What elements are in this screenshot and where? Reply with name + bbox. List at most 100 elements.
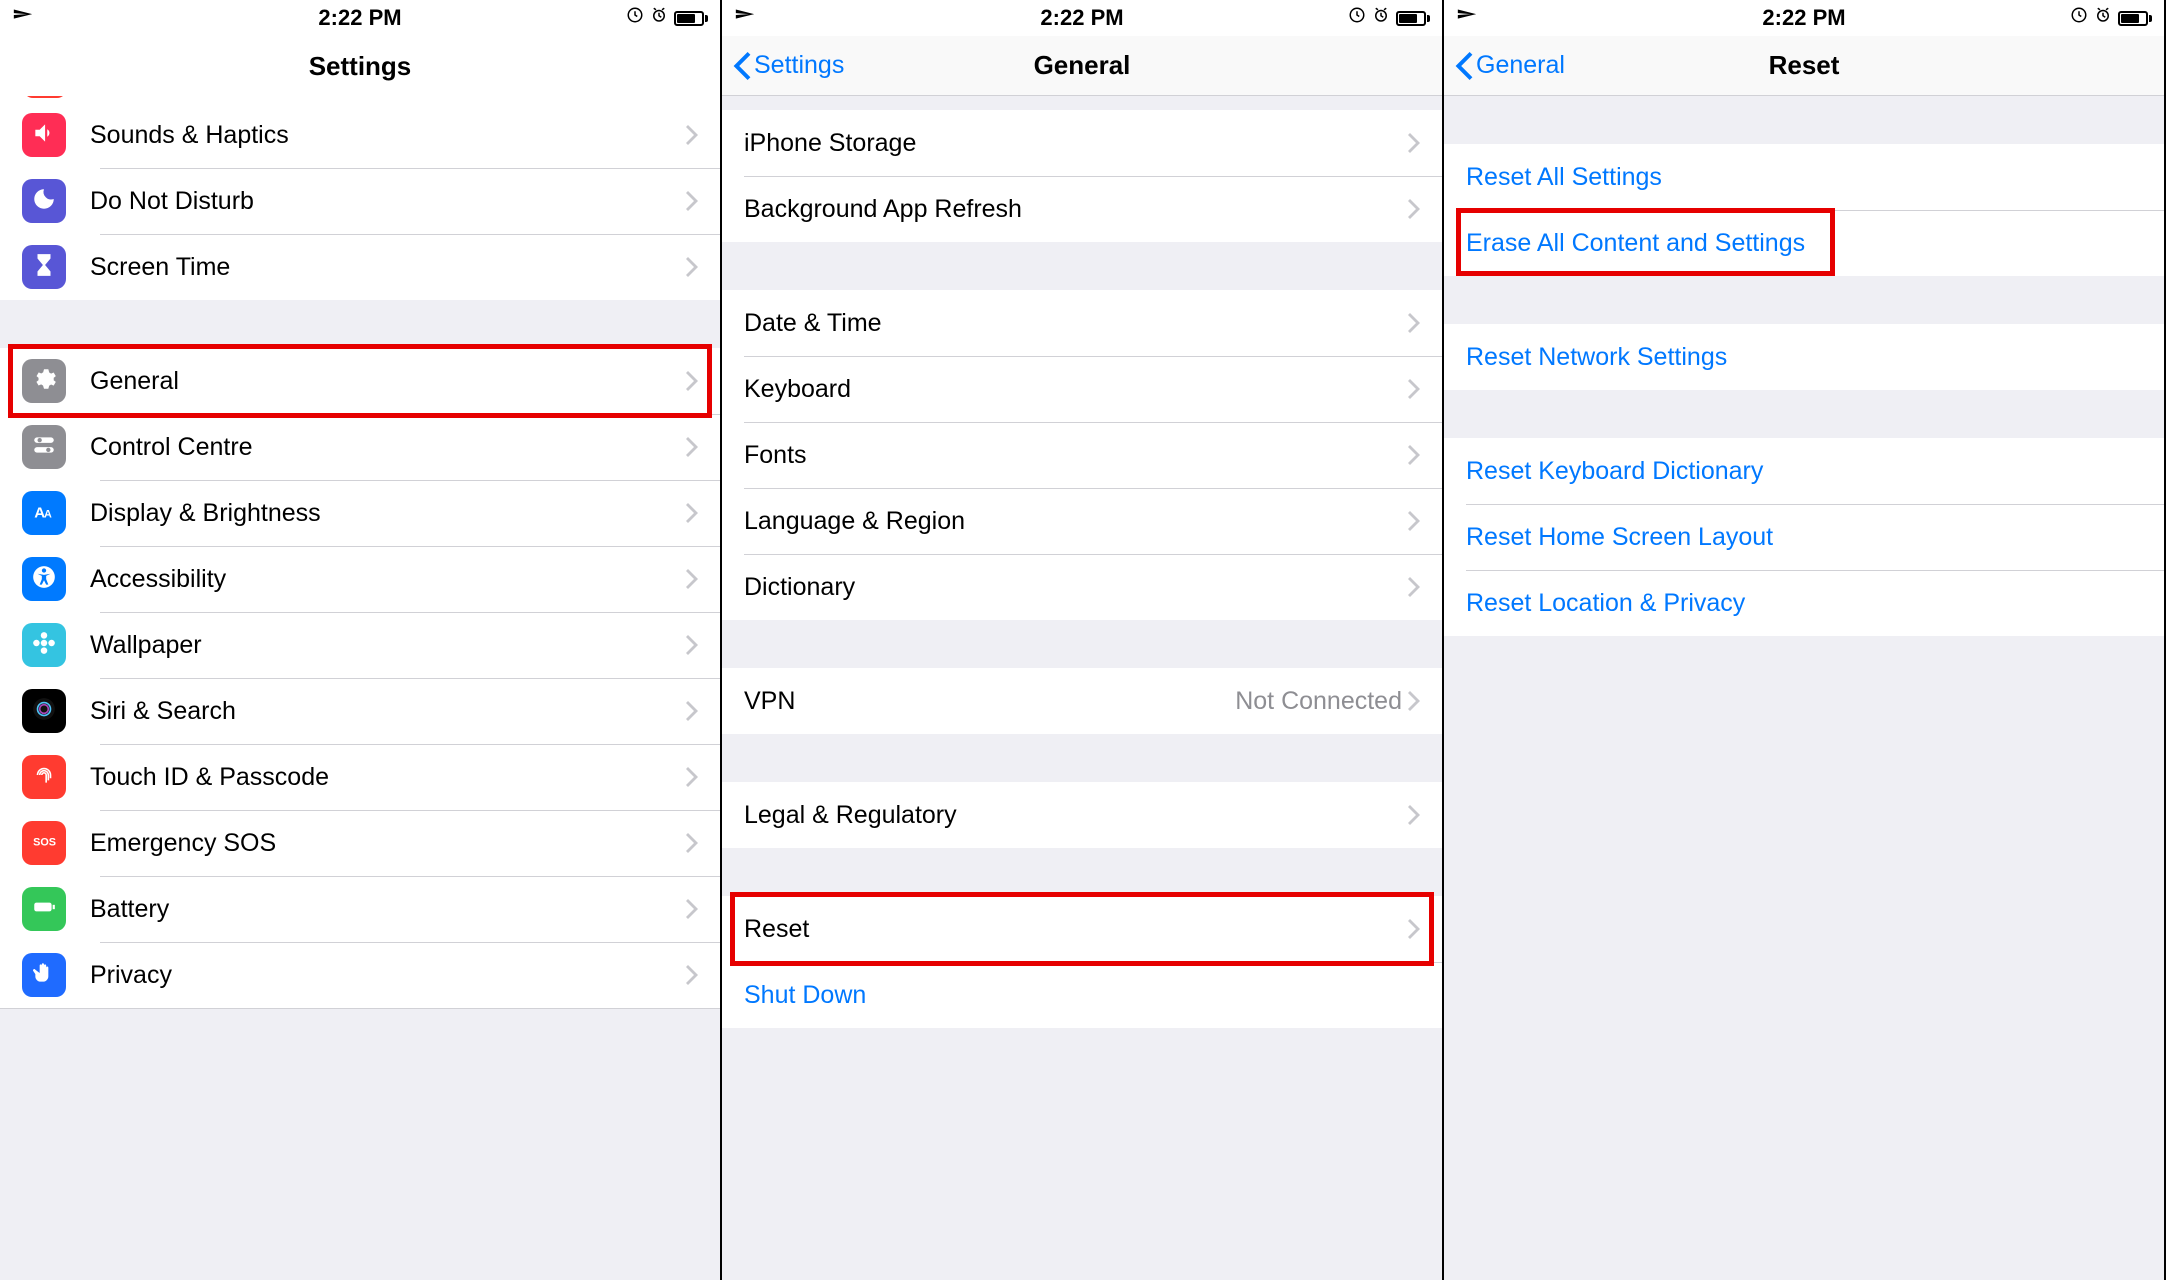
list-row[interactable]: Siri & Search: [0, 678, 720, 744]
row-group: VPN Not Connected: [722, 668, 1442, 734]
chevron-right-icon: [686, 257, 698, 277]
battery-status-icon: [1396, 11, 1430, 26]
list-row[interactable]: Legal & Regulatory: [722, 782, 1442, 848]
airplane-mode-icon: [734, 4, 756, 32]
svg-text:SOS: SOS: [33, 836, 56, 848]
sos-icon: SOS: [22, 821, 66, 865]
nav-bar: Settings: [0, 36, 720, 96]
reset-list[interactable]: Reset All SettingsErase All Content and …: [1444, 96, 2164, 1280]
list-row[interactable]: Reset Home Screen Layout: [1444, 504, 2164, 570]
status-bar: 2:22 PM: [1444, 0, 2164, 36]
row-label: General: [90, 367, 179, 396]
switches-icon: [22, 425, 66, 469]
list-row[interactable]: Fonts: [722, 422, 1442, 488]
rotation-lock-icon: [1348, 6, 1366, 30]
row-label: VPN: [744, 687, 795, 716]
hand-icon: [22, 953, 66, 997]
row-label: Privacy: [90, 961, 172, 990]
row-label: Date & Time: [744, 309, 882, 338]
accessibility-icon: [22, 557, 66, 601]
row-label: Do Not Disturb: [90, 187, 254, 216]
chevron-right-icon: [686, 437, 698, 457]
list-row[interactable]: VPN Not Connected: [722, 668, 1442, 734]
list-row[interactable]: Control Centre: [0, 414, 720, 480]
chevron-right-icon: [686, 701, 698, 721]
list-row[interactable]: Reset All Settings: [1444, 144, 2164, 210]
chevron-right-icon: [686, 833, 698, 853]
row-group: Sounds & Haptics Do Not Disturb Screen Tim…: [0, 102, 720, 300]
row-label: Control Centre: [90, 433, 253, 462]
general-pane: 2:22 PM Settings General iPhone StorageB…: [722, 0, 1444, 1280]
battery-status-icon: [674, 11, 708, 26]
chevron-right-icon: [686, 767, 698, 787]
back-button[interactable]: Settings: [732, 36, 844, 95]
alarm-icon: [1372, 6, 1390, 30]
chevron-right-icon: [686, 635, 698, 655]
list-row[interactable]: Wallpaper: [0, 612, 720, 678]
list-row[interactable]: Reset: [722, 896, 1442, 962]
list-row[interactable]: Dictionary: [722, 554, 1442, 620]
chevron-right-icon: [686, 965, 698, 985]
list-row[interactable]: Date & Time: [722, 290, 1442, 356]
list-row[interactable]: General: [0, 348, 720, 414]
list-row[interactable]: Background App Refresh: [722, 176, 1442, 242]
row-label: Dictionary: [744, 573, 855, 602]
back-button[interactable]: General: [1454, 36, 1565, 95]
list-row[interactable]: Erase All Content and Settings: [1444, 210, 2164, 276]
list-row[interactable]: Language & Region: [722, 488, 1442, 554]
alarm-icon: [2094, 6, 2112, 30]
list-row[interactable]: Screen Time: [0, 234, 720, 300]
row-label: iPhone Storage: [744, 129, 916, 158]
row-group: Reset Keyboard Dictionary Reset Home Scre…: [1444, 438, 2164, 636]
list-row[interactable]: iPhone Storage: [722, 110, 1442, 176]
flower-icon: [22, 623, 66, 667]
nav-bar: Settings General: [722, 36, 1442, 96]
chevron-right-icon: [1408, 133, 1420, 153]
reset-pane: 2:22 PM General Reset Reset All Settings…: [1444, 0, 2166, 1280]
list-row[interactable]: Accessibility: [0, 546, 720, 612]
list-row[interactable]: Touch ID & Passcode: [0, 744, 720, 810]
row-group: General Control Centre AADisplay & Brightn…: [0, 348, 720, 1008]
row-label: Shut Down: [744, 981, 866, 1010]
list-row[interactable]: Privacy: [0, 942, 720, 1008]
row-label: Siri & Search: [90, 697, 236, 726]
row-label: Reset Network Settings: [1466, 343, 1727, 372]
row-group: Date & Time Keyboard Fonts Language & Regio…: [722, 290, 1442, 620]
list-row[interactable]: Do Not Disturb: [0, 168, 720, 234]
chevron-right-icon: [1408, 511, 1420, 531]
rotation-lock-icon: [626, 6, 644, 30]
chevron-right-icon: [1408, 445, 1420, 465]
siri-icon: [22, 689, 66, 733]
list-row[interactable]: AADisplay & Brightness: [0, 480, 720, 546]
row-label: Screen Time: [90, 253, 230, 282]
row-label: Reset Home Screen Layout: [1466, 523, 1773, 552]
list-row[interactable]: SOS Emergency SOS: [0, 810, 720, 876]
list-row[interactable]: Reset Keyboard Dictionary: [1444, 438, 2164, 504]
row-label: Reset Keyboard Dictionary: [1466, 457, 1763, 486]
row-group: Reset Shut Down: [722, 896, 1442, 1028]
chevron-right-icon: [1408, 379, 1420, 399]
list-row[interactable]: Reset Network Settings: [1444, 324, 2164, 390]
row-label: Fonts: [744, 441, 807, 470]
row-label: Emergency SOS: [90, 829, 276, 858]
text-size-icon: AA: [22, 491, 66, 535]
chevron-right-icon: [686, 503, 698, 523]
status-time: 2:22 PM: [132, 5, 588, 31]
list-row[interactable]: Battery: [0, 876, 720, 942]
airplane-mode-icon: [12, 4, 34, 32]
settings-list[interactable]: Sounds & Haptics Do Not Disturb Screen Tim…: [0, 96, 720, 1280]
row-group: Reset All SettingsErase All Content and …: [1444, 144, 2164, 276]
row-label: Touch ID & Passcode: [90, 763, 329, 792]
row-group: Reset Network Settings: [1444, 324, 2164, 390]
list-row[interactable]: Shut Down: [722, 962, 1442, 1028]
row-label: Wallpaper: [90, 631, 202, 660]
list-row[interactable]: Sounds & Haptics: [0, 102, 720, 168]
page-title: General: [1034, 50, 1131, 81]
chevron-right-icon: [1408, 313, 1420, 333]
row-label: Background App Refresh: [744, 195, 1022, 224]
general-list[interactable]: iPhone Storage Background App Refresh Date…: [722, 96, 1442, 1280]
list-row[interactable]: Reset Location & Privacy: [1444, 570, 2164, 636]
row-detail: Not Connected: [1235, 687, 1402, 716]
chevron-right-icon: [686, 371, 698, 391]
list-row[interactable]: Keyboard: [722, 356, 1442, 422]
